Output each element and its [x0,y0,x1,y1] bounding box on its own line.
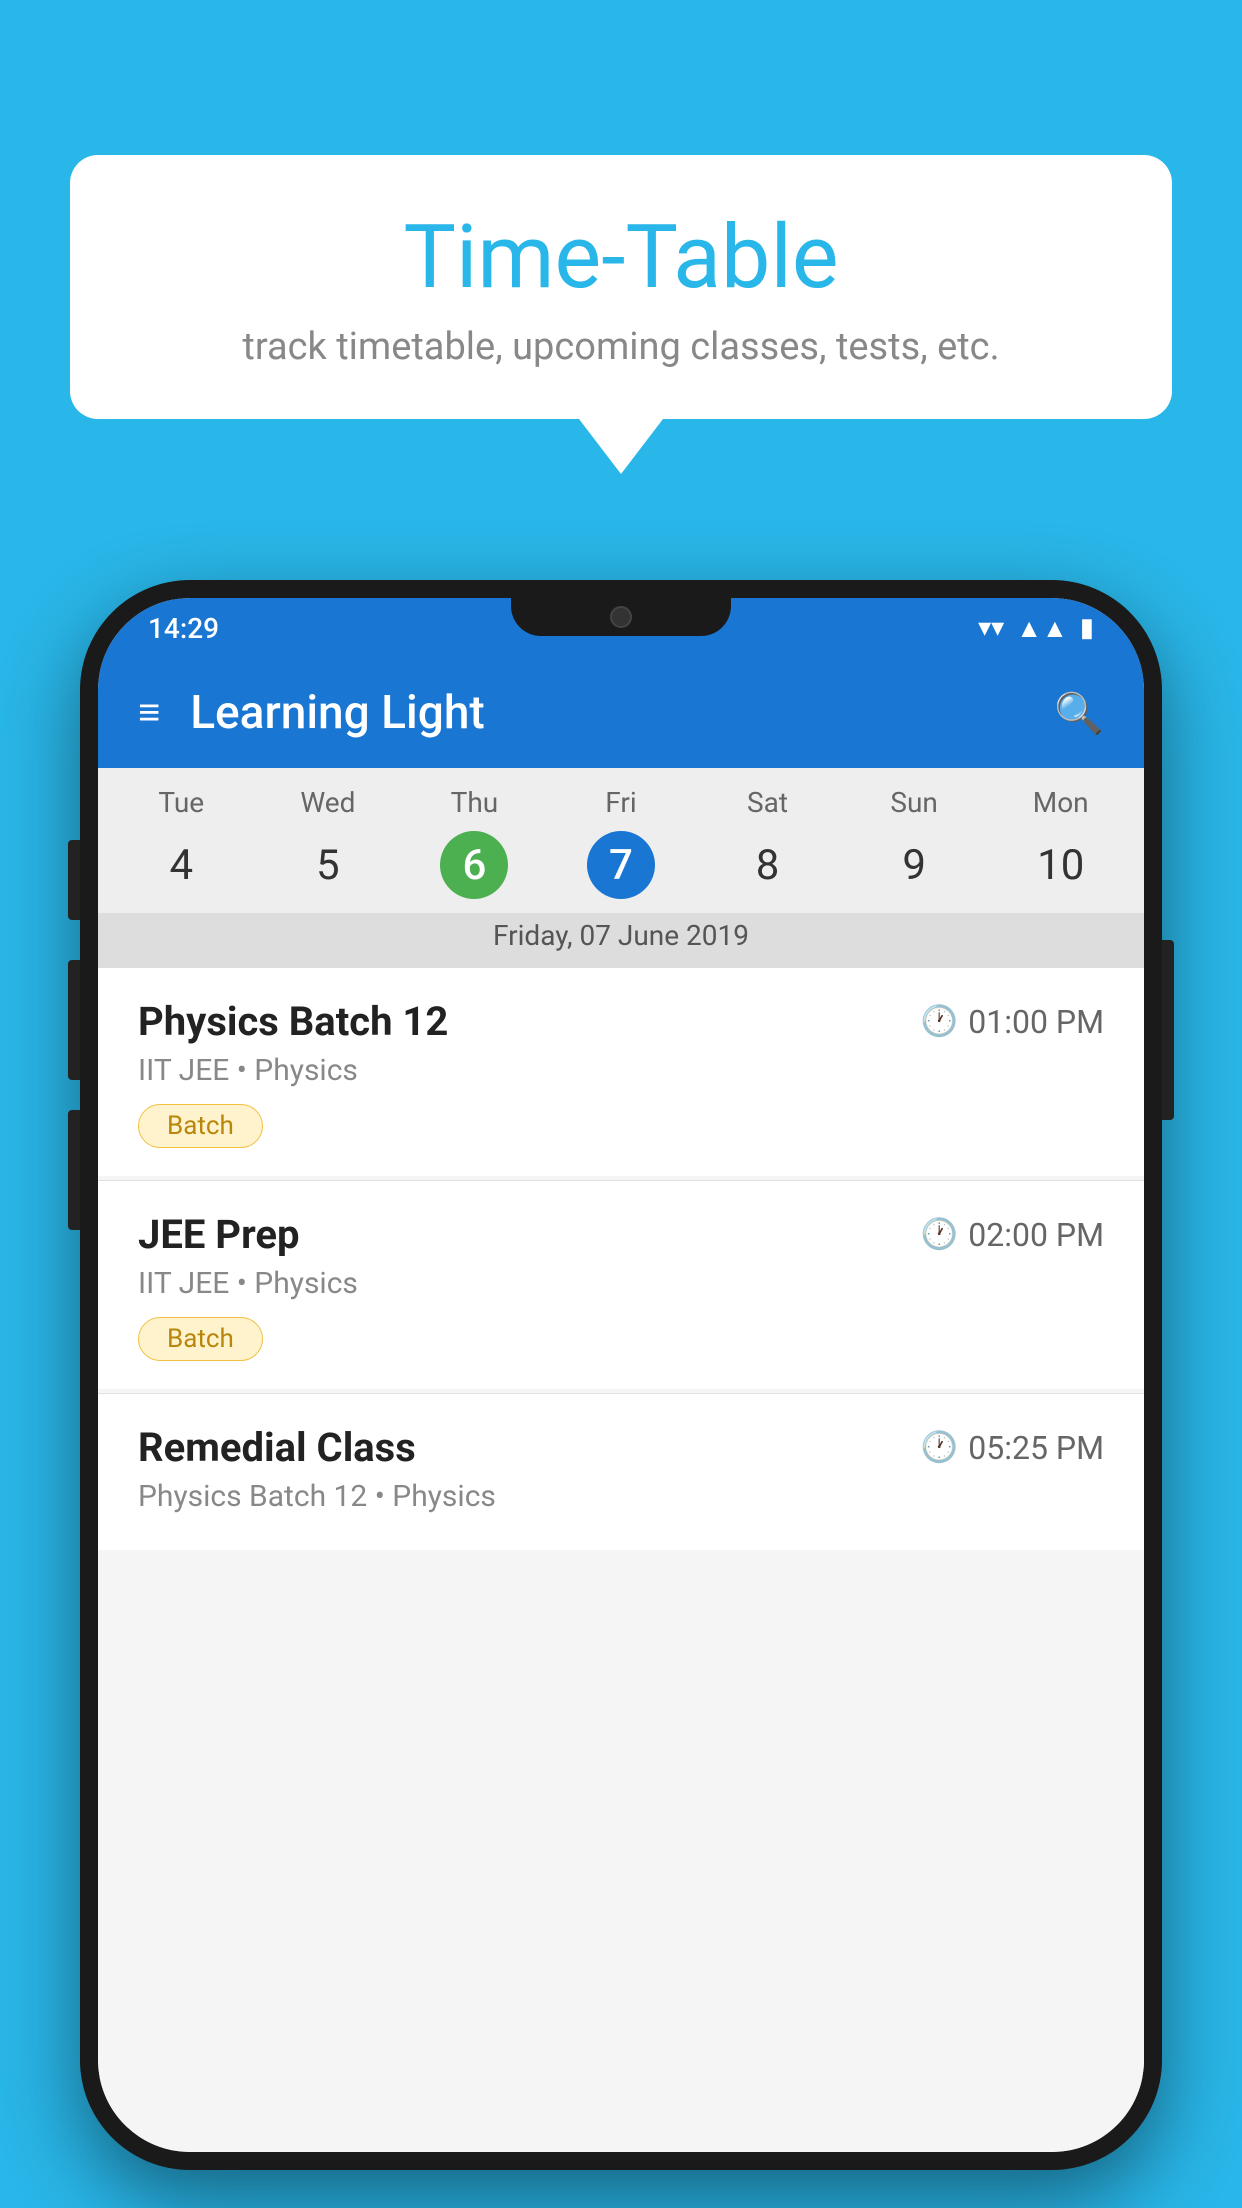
clock-icon-2: 🕐 [921,1217,958,1252]
event-header-3: Remedial Class 🕐 05:25 PM [138,1424,1104,1471]
day-header-mon: Mon [987,786,1134,819]
day-4[interactable]: 4 [108,831,255,899]
event-time-1: 🕐 01:00 PM [921,1003,1104,1041]
day-headers: Tue Wed Thu Fri Sat Sun Mon [98,768,1144,825]
day-header-wed: Wed [255,786,402,819]
side-button-vol-down [68,1110,80,1230]
app-bar-title: Learning Light [190,686,1054,740]
event-tag-2: Batch [138,1317,263,1361]
speech-bubble-card: Time-Table track timetable, upcoming cla… [70,155,1172,419]
signal-icon: ▲▲ [1016,613,1067,644]
bubble-title: Time-Table [130,210,1112,307]
front-camera [610,606,632,628]
day-8[interactable]: 8 [694,831,841,899]
day-header-sat: Sat [694,786,841,819]
event-time-3: 🕐 05:25 PM [921,1429,1104,1467]
event-time-2: 🕐 02:00 PM [921,1216,1104,1254]
battery-icon: ▮ [1080,613,1094,643]
phone-frame: 14:29 ▾▾ ▲▲ ▮ ≡ Learning Light 🔍 Tue Wed… [80,580,1162,2170]
day-numbers: 4 5 6 7 8 9 10 [98,825,1144,913]
event-name-2: JEE Prep [138,1211,299,1258]
event-tag-1: Batch [138,1104,263,1148]
event-card-3[interactable]: Remedial Class 🕐 05:25 PM Physics Batch … [98,1394,1144,1550]
wifi-icon: ▾▾ [978,613,1004,643]
event-card-2[interactable]: JEE Prep 🕐 02:00 PM IIT JEE • Physics Ba… [98,1181,1144,1389]
event-header-1: Physics Batch 12 🕐 01:00 PM [138,998,1104,1045]
clock-icon-1: 🕐 [921,1004,958,1039]
day-header-thu: Thu [401,786,548,819]
app-bar: ≡ Learning Light 🔍 [98,658,1144,768]
speech-bubble-section: Time-Table track timetable, upcoming cla… [70,155,1172,474]
selected-date-label: Friday, 07 June 2019 [98,913,1144,968]
event-sub-3: Physics Batch 12 • Physics [138,1479,1104,1514]
hamburger-icon[interactable]: ≡ [138,691,160,735]
clock-icon-3: 🕐 [921,1430,958,1465]
day-header-sun: Sun [841,786,988,819]
status-time: 14:29 [148,612,219,645]
event-card-1[interactable]: Physics Batch 12 🕐 01:00 PM IIT JEE • Ph… [98,968,1144,1176]
day-6-today[interactable]: 6 [440,831,508,899]
side-button-right [1162,940,1174,1120]
bubble-pointer [579,419,663,474]
events-list: Physics Batch 12 🕐 01:00 PM IIT JEE • Ph… [98,968,1144,2152]
event-sub-2: IIT JEE • Physics [138,1266,1104,1301]
phone-screen: 14:29 ▾▾ ▲▲ ▮ ≡ Learning Light 🔍 Tue Wed… [98,598,1144,2152]
search-icon[interactable]: 🔍 [1054,690,1104,737]
event-name-3: Remedial Class [138,1424,416,1471]
event-name-1: Physics Batch 12 [138,998,448,1045]
calendar-strip: Tue Wed Thu Fri Sat Sun Mon 4 5 6 7 8 9 … [98,768,1144,968]
day-10[interactable]: 10 [987,831,1134,899]
day-5[interactable]: 5 [255,831,402,899]
day-7-selected[interactable]: 7 [587,831,655,899]
day-header-fri: Fri [548,786,695,819]
side-button-power [68,840,80,920]
day-header-tue: Tue [108,786,255,819]
bubble-subtitle: track timetable, upcoming classes, tests… [130,325,1112,369]
day-9[interactable]: 9 [841,831,988,899]
event-header-2: JEE Prep 🕐 02:00 PM [138,1211,1104,1258]
status-icons: ▾▾ ▲▲ ▮ [978,613,1094,644]
phone-wrapper: 14:29 ▾▾ ▲▲ ▮ ≡ Learning Light 🔍 Tue Wed… [80,580,1162,2170]
event-sub-1: IIT JEE • Physics [138,1053,1104,1088]
phone-notch [511,598,731,636]
side-button-vol-up [68,960,80,1080]
